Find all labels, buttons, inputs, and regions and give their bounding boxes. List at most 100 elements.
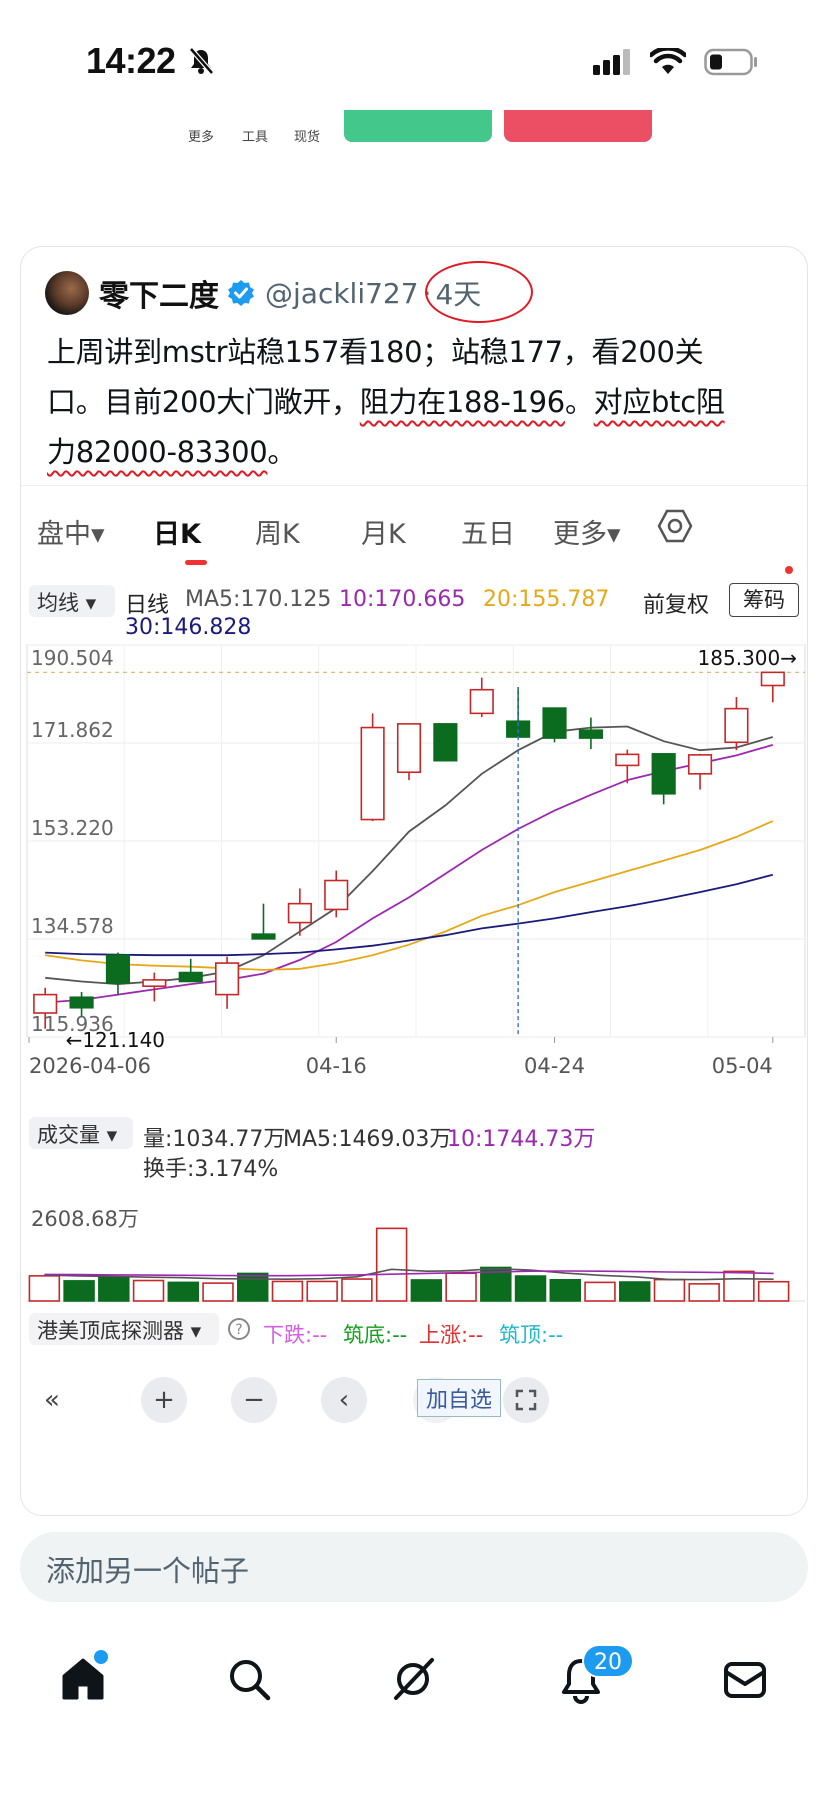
date-tick-label: 05-04: [712, 1054, 773, 1078]
price-tick-label: 171.862: [31, 718, 114, 742]
volume-bar: [132, 1279, 165, 1302]
author-name[interactable]: 零下二度: [99, 271, 219, 315]
candlestick-chart[interactable]: 190.504171.862153.220134.578115.936185.3…: [21, 633, 808, 1093]
messages-envelope-icon[interactable]: [722, 1656, 768, 1702]
tab-five-day[interactable]: 五日: [461, 512, 515, 551]
volume-bar: [202, 1282, 234, 1302]
candle-body: [215, 962, 240, 996]
battery-icon: [704, 48, 757, 76]
post-text-segment: 。: [267, 435, 297, 469]
adjust-mode[interactable]: 前复权: [643, 587, 709, 619]
chips-button[interactable]: 筹码: [729, 583, 799, 617]
candle-body: [69, 996, 94, 1009]
annotation-circle: [425, 261, 533, 323]
turnover-rate: 换手:3.174%: [143, 1157, 279, 1182]
zoom-in-icon[interactable]: +: [141, 1377, 187, 1423]
candle-body: [578, 729, 603, 739]
volume-bar: [63, 1280, 95, 1302]
volume-bar: [653, 1278, 686, 1302]
toolbar-item-tools: 工具: [242, 130, 269, 145]
search-icon[interactable]: [226, 1656, 272, 1702]
volume-ma10-line: [44, 1270, 774, 1277]
add-another-post-input[interactable]: 添加另一个帖子: [20, 1532, 808, 1602]
ma-selector[interactable]: 均线 ▾: [29, 585, 115, 617]
volume-ma5: MA5:1469.03万: [283, 1127, 452, 1152]
candle-body: [287, 902, 312, 924]
notifications-count-badge: 20: [582, 1644, 634, 1678]
grok-icon[interactable]: [390, 1656, 436, 1702]
avatar[interactable]: [45, 271, 89, 315]
highlighted-btc-resistance: 对应btc阻: [593, 385, 725, 419]
wifi-icon: [650, 48, 686, 74]
volume-bar: [98, 1276, 130, 1302]
settings-hexagon-icon[interactable]: [657, 508, 693, 544]
volume-bar: [271, 1280, 304, 1302]
help-circle-icon[interactable]: ?: [227, 1317, 251, 1341]
tab-weekly-k[interactable]: 周K: [255, 512, 300, 551]
zoom-out-icon[interactable]: −: [231, 1377, 277, 1423]
attached-chart-image[interactable]: 盘中▾ 日K 周K 月K 五日 更多▾ 均线 ▾ 日线 MA5:170.125 …: [21, 485, 808, 1515]
candle-body: [360, 726, 385, 821]
post-text-segment: 。: [564, 385, 594, 419]
volume-qty: 量:1034.77万: [143, 1127, 286, 1152]
tab-intraday[interactable]: 盘中▾: [37, 512, 105, 551]
detector-top: 筑顶:--: [499, 1323, 564, 1347]
high-price-marker: 185.300→: [698, 646, 797, 670]
candle-body: [33, 993, 58, 1014]
detector-up: 上涨:--: [419, 1323, 484, 1347]
status-time: 14:22: [86, 40, 176, 81]
volume-bar: [549, 1278, 582, 1302]
fullscreen-icon[interactable]: [503, 1377, 549, 1423]
scroll-left-icon[interactable]: ‹: [321, 1377, 367, 1423]
notice-dot: [785, 566, 793, 574]
post-header: 零下二度 @jackli727 · 4天: [45, 271, 481, 315]
detector-selector[interactable]: 港美顶底探测器 ▾: [29, 1313, 219, 1345]
volume-chart[interactable]: [21, 1225, 808, 1307]
low-price-marker: ←121.140: [66, 1028, 165, 1052]
author-handle[interactable]: @jackli727: [265, 277, 419, 310]
candle-body: [251, 933, 276, 940]
price-tick-label: 153.220: [31, 816, 114, 840]
ma-line-30: [45, 873, 774, 957]
cellular-signal-icon: [593, 49, 630, 75]
price-tick-label: 134.578: [31, 914, 114, 938]
candle-body: [615, 753, 640, 767]
period-tabs: 盘中▾ 日K 周K 月K 五日 更多▾: [21, 485, 807, 575]
volume-selector[interactable]: 成交量 ▾: [29, 1117, 133, 1149]
bottom-navigation: 20: [0, 1620, 828, 1740]
candle-body: [324, 879, 349, 911]
scroll-left-fast-icon[interactable]: «: [29, 1377, 75, 1423]
svg-text:?: ?: [235, 1322, 242, 1338]
ma20-value: 20:155.787: [483, 587, 610, 612]
volume-bar: [618, 1281, 651, 1302]
detector-down: 下跌:--: [263, 1323, 328, 1347]
volume-bar: [341, 1278, 373, 1302]
add-to-watchlist-button[interactable]: 加自选: [417, 1379, 502, 1417]
volume-bar: [410, 1279, 443, 1302]
volume-bar: [375, 1227, 408, 1302]
candle-body: [687, 754, 713, 775]
candle-body: [760, 671, 785, 687]
candle-body: [396, 723, 422, 774]
background-sell-button: [504, 110, 652, 142]
candle-body: [542, 707, 567, 739]
tab-more[interactable]: 更多▾: [553, 512, 621, 551]
date-tick-label: 04-16: [306, 1054, 367, 1078]
toolbar-item-spot: 现货: [294, 130, 321, 145]
highlighted-btc-range: 力82000-83300: [47, 435, 268, 469]
candle-body: [469, 688, 494, 715]
highlighted-resistance: 阻力在188-196: [359, 385, 565, 419]
quoted-post-card[interactable]: 零下二度 @jackli727 · 4天 上周讲到mstr站稳157看180；站…: [20, 246, 808, 1516]
candle-body: [433, 723, 458, 762]
ma10-value: 10:170.665: [339, 587, 466, 612]
date-tick-label: 04-24: [524, 1054, 585, 1078]
post-text-line: 口。目前200大门敞开，阻力在188-196。对应btc阻: [47, 377, 797, 427]
tab-monthly-k[interactable]: 月K: [361, 512, 406, 551]
ma5-value: MA5:170.125: [185, 587, 332, 612]
volume-bar: [445, 1272, 477, 1302]
tab-daily-k[interactable]: 日K: [153, 512, 201, 551]
background-app-toolbar: 更多 工具 现货: [0, 110, 828, 170]
detector-bar: 港美顶底探测器 ▾ ? 下跌:-- 筑底:-- 上涨:-- 筑顶:--: [21, 1305, 807, 1355]
volume-bar: [757, 1280, 790, 1302]
volume-bar: [584, 1281, 616, 1302]
